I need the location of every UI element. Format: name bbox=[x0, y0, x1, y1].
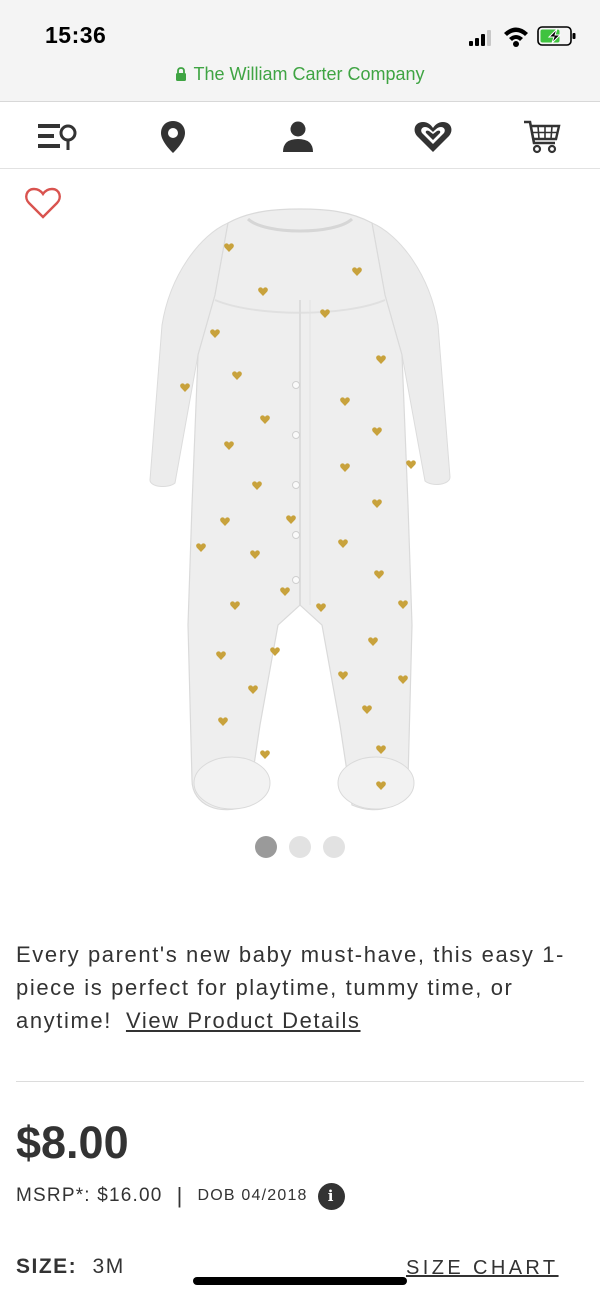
dob-date: DOB 04/2018 bbox=[197, 1187, 308, 1204]
carousel-dot-2[interactable] bbox=[289, 836, 311, 858]
battery-charging-icon bbox=[537, 26, 576, 46]
nav-menu-search-button[interactable] bbox=[36, 117, 80, 157]
menu-search-icon bbox=[38, 124, 77, 150]
wishlist-heart-icon bbox=[414, 122, 452, 152]
nav-cart-button[interactable] bbox=[520, 117, 564, 157]
info-icon[interactable]: i bbox=[317, 1182, 345, 1210]
image-carousel-indicator bbox=[0, 836, 600, 860]
nav-account-button[interactable] bbox=[276, 117, 320, 157]
nav-store-locator-button[interactable] bbox=[151, 117, 195, 157]
size-label: SIZE: bbox=[16, 1255, 78, 1278]
site-title: The William Carter Company bbox=[0, 64, 600, 85]
cart-icon bbox=[524, 120, 561, 154]
add-to-favorites-button[interactable] bbox=[24, 186, 62, 220]
site-title-text: The William Carter Company bbox=[193, 64, 425, 84]
account-icon bbox=[283, 121, 313, 152]
msrp-price: MSRP*: $16.00 bbox=[16, 1185, 163, 1206]
product-description: Every parent's new baby must-have, this … bbox=[16, 938, 588, 1037]
size-selector: SIZE: 3M bbox=[16, 1255, 125, 1279]
size-chart-link[interactable]: SIZE CHART bbox=[406, 1257, 559, 1280]
wifi-icon bbox=[504, 27, 528, 47]
home-indicator[interactable] bbox=[193, 1277, 407, 1285]
cellular-signal-icon bbox=[469, 30, 491, 46]
baby-sleep-and-play-image bbox=[149, 208, 451, 811]
price-details-row: MSRP*: $16.00 | DOB 04/2018 i bbox=[16, 1182, 345, 1210]
carousel-dot-1[interactable] bbox=[255, 836, 277, 858]
heart-outline-icon bbox=[25, 187, 61, 219]
location-pin-icon bbox=[161, 121, 185, 153]
size-value: 3M bbox=[92, 1255, 125, 1278]
main-nav bbox=[0, 103, 600, 169]
product-price: $8.00 bbox=[16, 1117, 129, 1168]
nav-wishlist-button[interactable] bbox=[411, 117, 455, 157]
product-image[interactable] bbox=[140, 205, 460, 820]
status-time: 15:36 bbox=[45, 22, 107, 48]
section-divider bbox=[16, 1081, 584, 1082]
lock-icon bbox=[176, 67, 187, 81]
view-product-details-link[interactable]: View Product Details bbox=[126, 1008, 361, 1033]
price-separator: | bbox=[176, 1183, 184, 1208]
status-bar: 15:36 The William Carter Company bbox=[0, 0, 600, 102]
carousel-dot-3[interactable] bbox=[323, 836, 345, 858]
